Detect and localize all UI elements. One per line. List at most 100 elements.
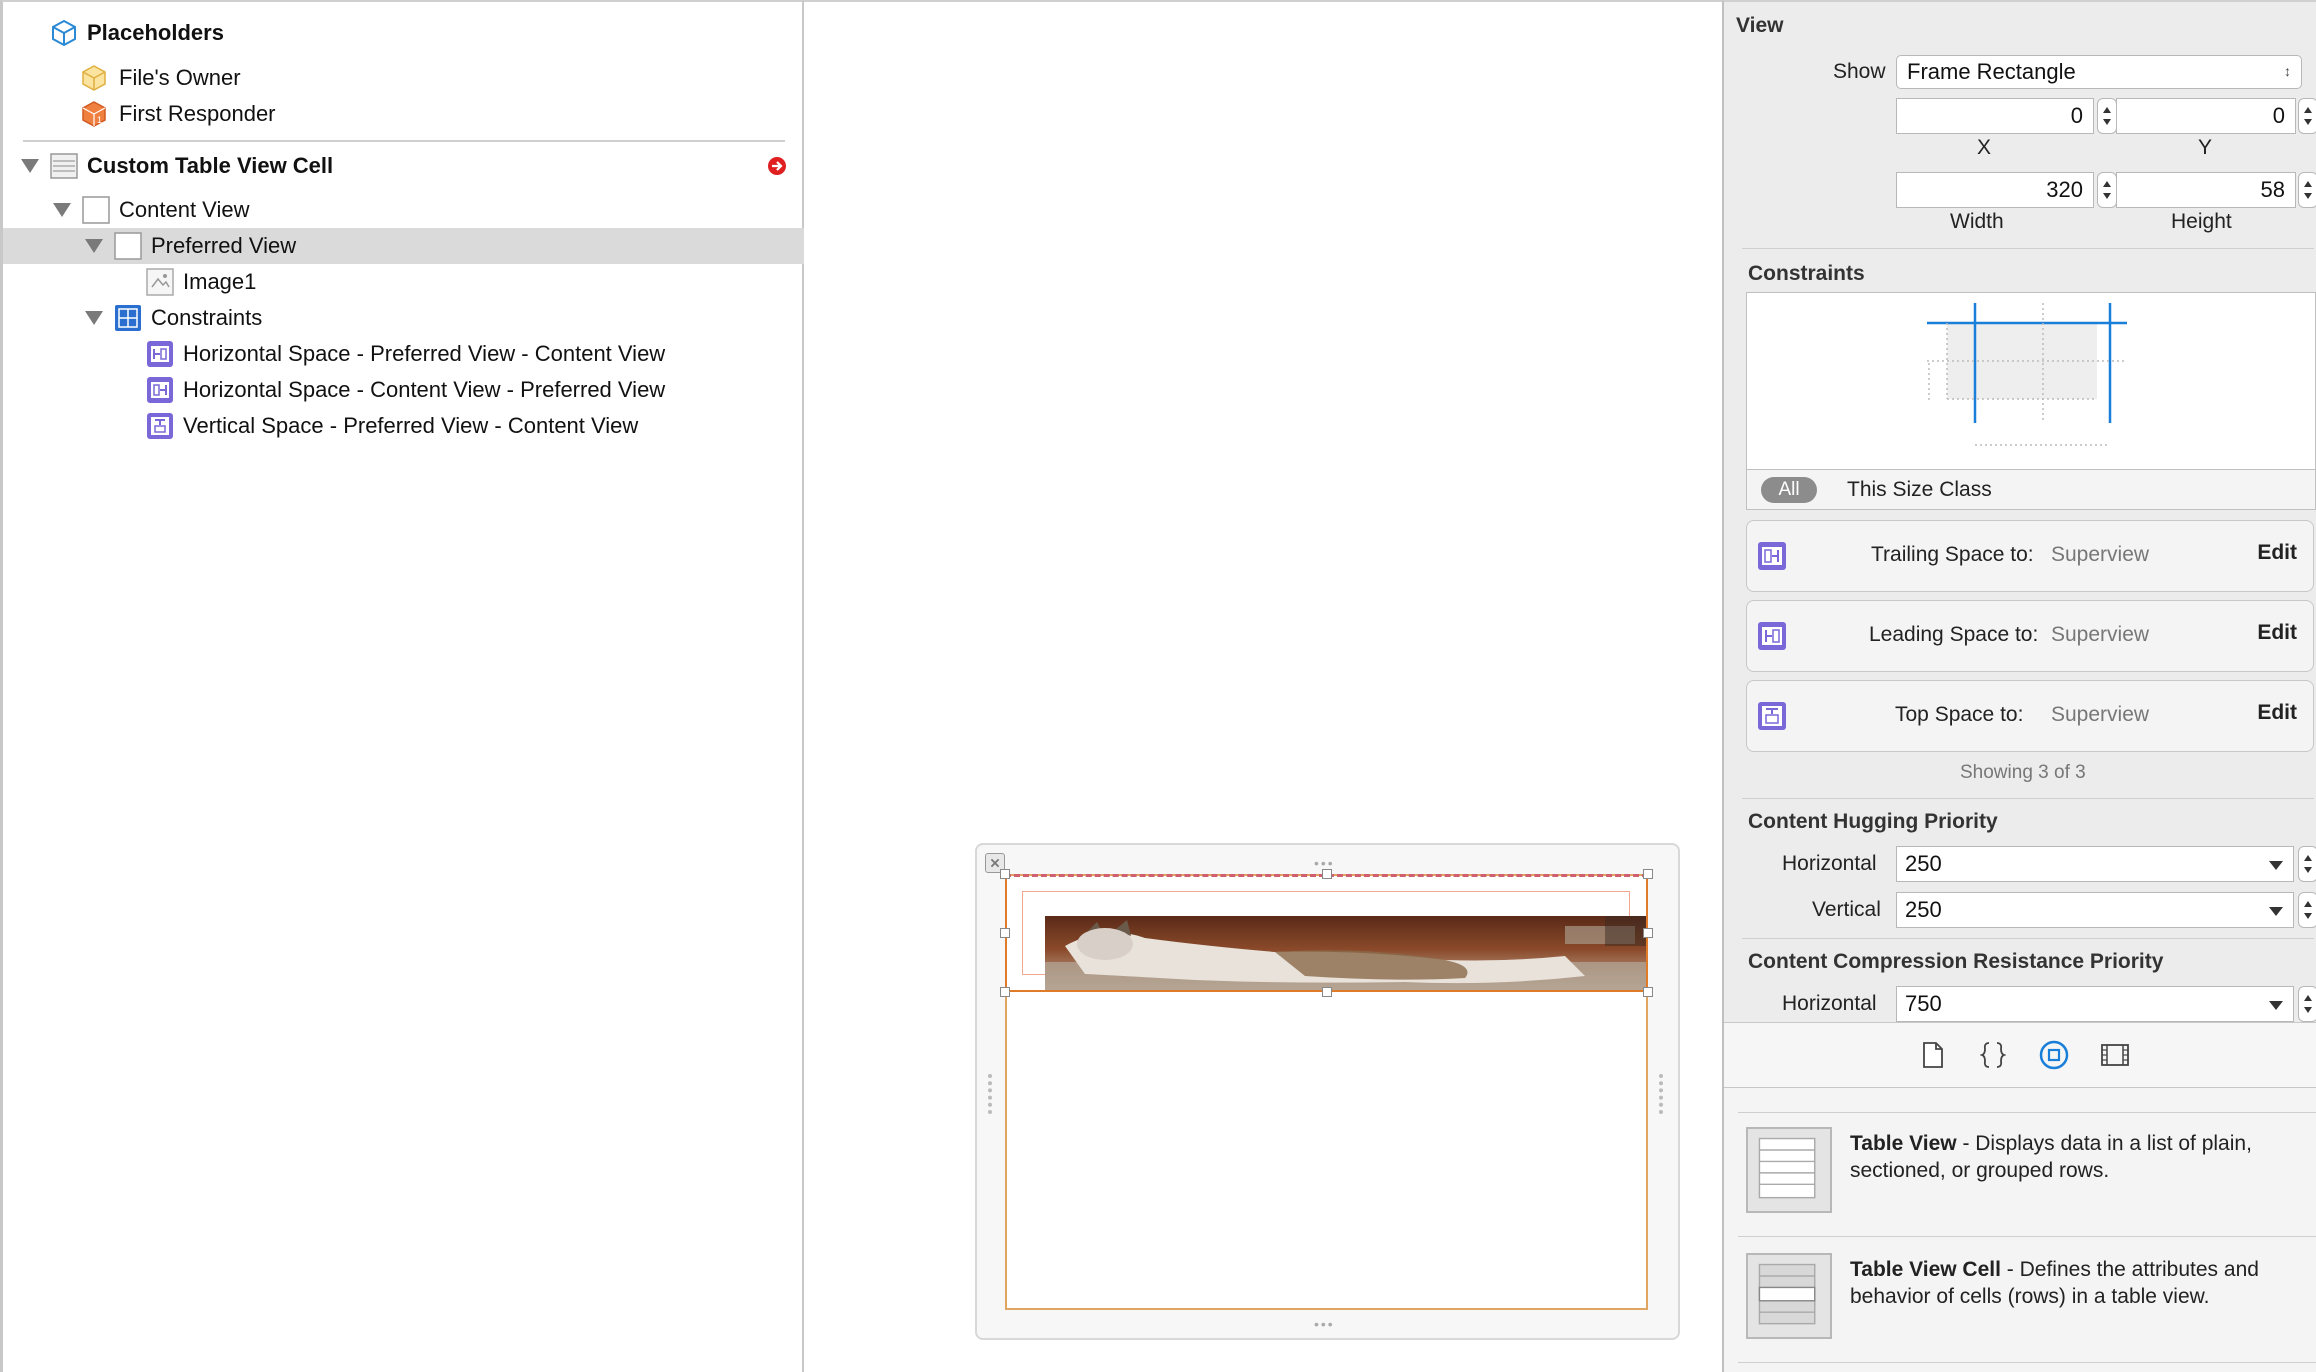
placeholders-label: Placeholders [87, 20, 224, 45]
x-stepper[interactable] [2097, 98, 2117, 134]
size-class-all-toggle[interactable]: All [1761, 477, 1817, 503]
resize-grip-icon[interactable]: ••• [1314, 1316, 1335, 1332]
disclosure-triangle-icon[interactable] [85, 311, 103, 325]
document-outline: Placeholders File's Owner 1 First Respon… [0, 0, 804, 1372]
resize-handle[interactable] [1000, 869, 1010, 879]
constraint-item-label: Vertical Space - Preferred View - Conten… [183, 413, 639, 438]
show-value: Frame Rectangle [1907, 59, 2076, 84]
chevron-down-icon[interactable] [2269, 1001, 2283, 1010]
hugging-vertical-stepper[interactable] [2298, 892, 2316, 928]
first-responder-label: First Responder [119, 101, 276, 126]
constraints-diagram[interactable] [1746, 292, 2316, 470]
constraint-item-row[interactable]: Horizontal Space - Preferred View - Cont… [3, 336, 804, 372]
resize-handle[interactable] [1322, 869, 1332, 879]
divider [1738, 1236, 2316, 1237]
hugging-vertical-value: 250 [1905, 897, 1942, 922]
divider [1742, 798, 2314, 799]
constraint-item-label: Horizontal Space - Preferred View - Cont… [183, 341, 666, 366]
constraint-title: Leading Space to: [1869, 623, 2039, 646]
divider [1738, 1112, 2316, 1113]
hugging-horizontal-label: Horizontal [1782, 852, 1877, 875]
hugging-horizontal-value: 250 [1905, 851, 1942, 876]
constraints-row[interactable]: Constraints [3, 300, 804, 336]
x-field[interactable]: 0 [1896, 98, 2094, 134]
content-view-row[interactable]: Content View [3, 192, 804, 228]
cube-icon [52, 19, 76, 47]
hugging-vertical-combo[interactable]: 250 [1896, 892, 2294, 928]
edit-button[interactable]: Edit [2257, 541, 2297, 565]
error-arrow-icon[interactable] [767, 156, 787, 176]
compression-horizontal-stepper[interactable] [2298, 986, 2316, 1022]
divider [1742, 248, 2314, 249]
hugging-header: Content Hugging Priority [1748, 810, 1998, 833]
disclosure-triangle-icon[interactable] [21, 159, 39, 173]
constraint-item-row[interactable]: Vertical Space - Preferred View - Conten… [3, 408, 804, 444]
image-view-icon [146, 268, 174, 296]
divider [1738, 1362, 2316, 1363]
image1-row[interactable]: Image1 [3, 264, 804, 300]
resize-grip-icon[interactable] [1659, 1074, 1665, 1114]
constraint-item-row[interactable]: Horizontal Space - Content View - Prefer… [3, 372, 804, 408]
hugging-vertical-label: Vertical [1812, 898, 1881, 921]
y-field[interactable]: 0 [2116, 98, 2296, 134]
preferred-view-canvas[interactable] [1005, 874, 1648, 992]
custom-table-view-cell-row[interactable]: Custom Table View Cell [3, 148, 804, 184]
custom-table-view-cell-label: Custom Table View Cell [87, 153, 334, 178]
showing-count: Showing 3 of 3 [1960, 762, 2086, 783]
object-library: Table View - Displays data in a list of … [1724, 1088, 2316, 1372]
resize-handle[interactable] [1643, 987, 1653, 997]
resize-grip-icon[interactable] [988, 1074, 994, 1114]
library-tab-bar [1724, 1022, 2316, 1088]
first-responder-row[interactable]: 1 First Responder [3, 96, 804, 132]
view-icon [114, 232, 142, 260]
resize-handle[interactable] [1000, 928, 1010, 938]
size-inspector: View Show Frame Rectangle ↕ 0 0 X Y 320 … [1722, 0, 2316, 1372]
placeholders-row[interactable]: Placeholders [3, 15, 804, 51]
library-item-table-view[interactable]: Table View - Displays data in a list of … [1746, 1114, 2316, 1222]
file-template-icon[interactable] [1920, 1041, 1946, 1069]
constraints-header: Constraints [1748, 262, 1865, 285]
edit-button[interactable]: Edit [2257, 701, 2297, 725]
width-stepper[interactable] [2097, 172, 2117, 208]
chevron-down-icon[interactable] [2269, 907, 2283, 916]
disclosure-triangle-icon[interactable] [53, 203, 71, 217]
width-label: Width [1950, 210, 2004, 233]
height-field[interactable]: 58 [2116, 172, 2296, 208]
table-cell-icon [50, 153, 78, 179]
resize-handle[interactable] [1643, 869, 1653, 879]
resize-handle[interactable] [1322, 987, 1332, 997]
horizontal-constraint-icon [147, 341, 173, 367]
files-owner-row[interactable]: File's Owner [3, 60, 804, 96]
horizontal-constraint-icon [147, 377, 173, 403]
y-stepper[interactable] [2298, 98, 2316, 134]
code-snippet-icon[interactable] [1980, 1041, 2006, 1069]
trailing-constraint-icon [1758, 542, 1786, 570]
library-item-text: Table View - Displays data in a list of … [1850, 1130, 2310, 1184]
compression-horizontal-value: 750 [1905, 991, 1942, 1016]
constraint-top[interactable]: Top Space to: Superview Edit [1746, 680, 2314, 752]
outline-divider [23, 140, 785, 142]
constraint-trailing[interactable]: Trailing Space to: Superview Edit [1746, 520, 2314, 592]
show-popup[interactable]: Frame Rectangle ↕ [1896, 55, 2302, 89]
leading-constraint-icon [1758, 622, 1786, 650]
editor-canvas[interactable]: ••• ••• [804, 0, 1722, 1372]
disclosure-triangle-icon[interactable] [85, 239, 103, 253]
chevron-down-icon[interactable] [2269, 861, 2283, 870]
media-library-icon[interactable] [2100, 1041, 2130, 1069]
compression-horizontal-combo[interactable]: 750 [1896, 986, 2294, 1022]
width-field[interactable]: 320 [1896, 172, 2094, 208]
resize-handle[interactable] [1643, 928, 1653, 938]
height-stepper[interactable] [2298, 172, 2316, 208]
top-constraint-icon [1758, 702, 1786, 730]
resize-handle[interactable] [1000, 987, 1010, 997]
size-class-label: This Size Class [1847, 478, 1992, 501]
divider [1742, 938, 2314, 939]
hugging-horizontal-combo[interactable]: 250 [1896, 846, 2294, 882]
hugging-horizontal-stepper[interactable] [2298, 846, 2316, 882]
edit-button[interactable]: Edit [2257, 621, 2297, 645]
library-item-title: Table View [1850, 1132, 1957, 1155]
object-library-icon[interactable] [2038, 1039, 2070, 1071]
library-item-table-view-cell[interactable]: Table View Cell - Defines the attributes… [1746, 1240, 2316, 1348]
preferred-view-row[interactable]: Preferred View [3, 228, 804, 264]
constraint-leading[interactable]: Leading Space to: Superview Edit [1746, 600, 2314, 672]
